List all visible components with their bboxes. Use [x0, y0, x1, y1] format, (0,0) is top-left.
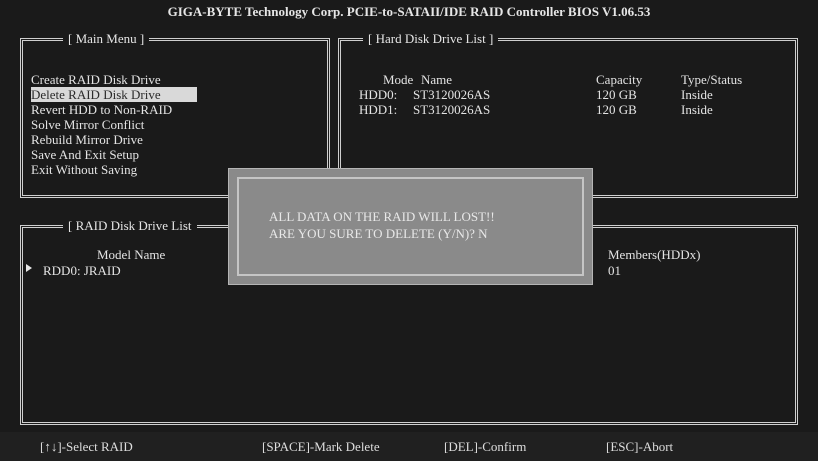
hdd0-type: Inside	[681, 87, 713, 102]
menu-item-revert-hdd[interactable]: Revert HDD to Non-RAID	[31, 102, 172, 117]
menu-item-exit-no-save[interactable]: Exit Without Saving	[31, 162, 137, 177]
hdd1-type: Inside	[681, 102, 713, 117]
hdd1-mode: HDD1:	[359, 102, 398, 117]
hdd-header-type: Type/Status	[681, 72, 743, 87]
menu-item-delete-raid[interactable]: Delete RAID Disk Drive	[31, 87, 197, 102]
key-help-bar: [↑↓]-Select RAID [SPACE]-Mark Delete [DE…	[0, 432, 818, 461]
menu-item-save-exit[interactable]: Save And Exit Setup	[31, 147, 139, 162]
hdd0-name: ST3120026AS	[413, 87, 491, 102]
hdd0-capacity: 120 GB	[596, 87, 637, 102]
raid-header-model: Model Name	[97, 247, 166, 262]
dialog-prompt[interactable]: ARE YOU SURE TO DELETE (Y/N)? N	[269, 226, 488, 241]
hdd-header-mode: Mode	[383, 72, 414, 87]
footer-mark-delete: [SPACE]-Mark Delete	[262, 439, 380, 454]
hdd1-name: ST3120026AS	[413, 102, 491, 117]
hdd0-mode: HDD0:	[359, 87, 398, 102]
raid-list-title: [ RAID Disk Drive List	[63, 218, 197, 234]
delete-confirm-dialog[interactable]: ALL DATA ON THE RAID WILL LOST!! ARE YOU…	[228, 168, 593, 285]
menu-item-solve-mirror[interactable]: Solve Mirror Conflict	[31, 117, 144, 132]
dialog-frame: ALL DATA ON THE RAID WILL LOST!! ARE YOU…	[237, 177, 584, 276]
dialog-warning: ALL DATA ON THE RAID WILL LOST!!	[269, 209, 495, 224]
raid-row-model[interactable]: RDD0: JRAID	[43, 263, 121, 278]
hdd-list-title: [ Hard Disk Drive List ]	[363, 31, 499, 47]
footer-select-raid: [↑↓]-Select RAID	[40, 439, 133, 454]
row-pointer-icon	[26, 264, 32, 272]
footer-confirm: [DEL]-Confirm	[444, 439, 527, 454]
hdd1-capacity: 120 GB	[596, 102, 637, 117]
raid-row-members: 01	[608, 263, 621, 278]
raid-header-members: Members(HDDx)	[608, 247, 701, 262]
footer-abort: [ESC]-Abort	[606, 439, 674, 454]
main-menu-title: [ Main Menu ]	[63, 31, 150, 47]
menu-item-rebuild-mirror[interactable]: Rebuild Mirror Drive	[31, 132, 143, 147]
menu-item-create-raid[interactable]: Create RAID Disk Drive	[31, 72, 161, 87]
hdd-header-capacity: Capacity	[596, 72, 643, 87]
hdd-header-name: Name	[421, 72, 453, 87]
bios-title: GIGA-BYTE Technology Corp. PCIE-to-SATAI…	[167, 4, 651, 19]
